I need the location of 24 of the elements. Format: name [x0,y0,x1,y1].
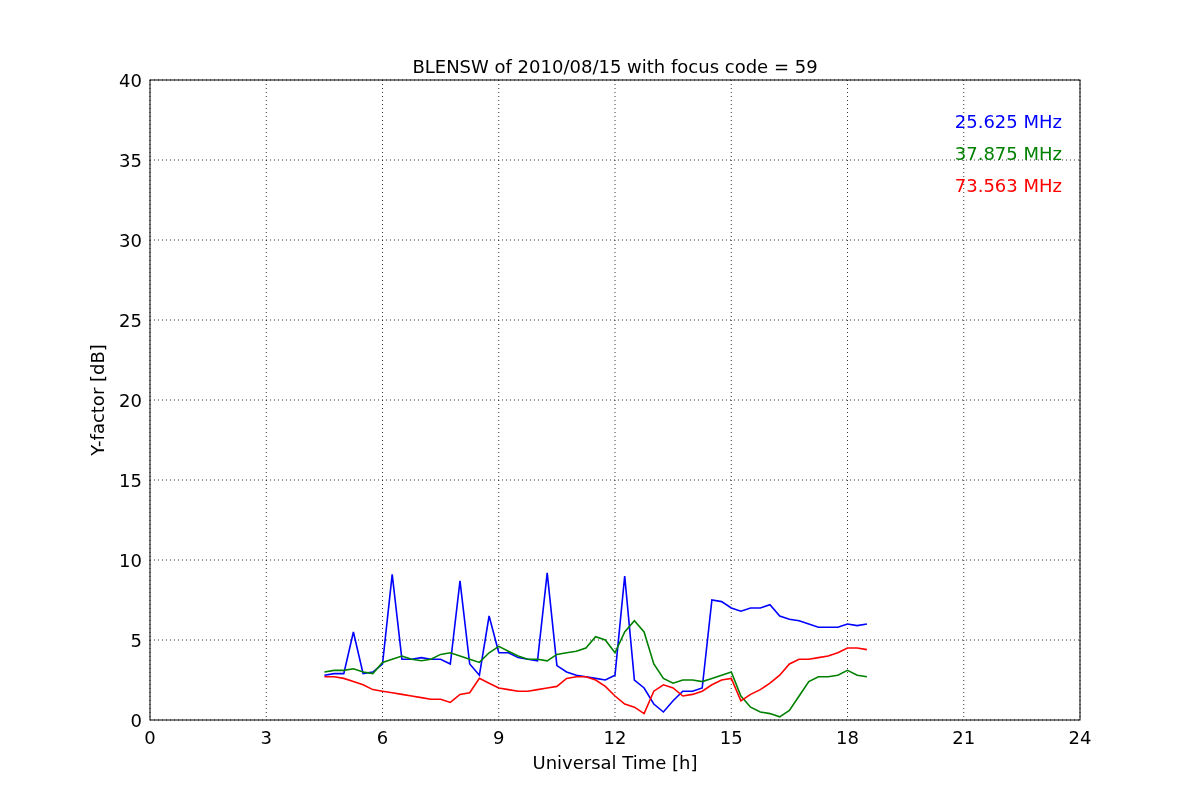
y-tick-label: 40 [119,70,142,91]
x-tick-label: 12 [603,727,627,748]
legend-label: 73.563 MHz [954,175,1062,196]
x-tick-label: 15 [719,727,743,748]
x-tick-label: 21 [952,727,976,748]
x-tick-label: 18 [836,727,859,748]
y-tick-label: 20 [119,390,142,411]
y-tick-label: 5 [130,630,142,651]
legend-label: 37.875 MHz [954,143,1062,164]
x-tick-label: 24 [1068,727,1092,748]
x-tick-label: 3 [260,727,272,748]
y-tick-label: 15 [119,470,142,491]
x-axis-label: Universal Time [h] [532,752,698,773]
y-tick-label: 10 [119,550,142,571]
y-tick-label: 35 [119,150,142,171]
legend-label: 25.625 MHz [954,111,1062,132]
y-tick-label: 30 [119,230,142,251]
y-tick-label: 0 [130,710,142,731]
y-tick-label: 25 [119,310,142,331]
x-tick-label: 6 [376,727,389,748]
chart-title: BLENSW of 2010/08/15 with focus code = 59 [412,56,818,77]
y-axis-label: Y-factor [dB] [87,344,108,456]
x-tick-label: 0 [144,727,156,748]
x-tick-label: 9 [493,727,505,748]
